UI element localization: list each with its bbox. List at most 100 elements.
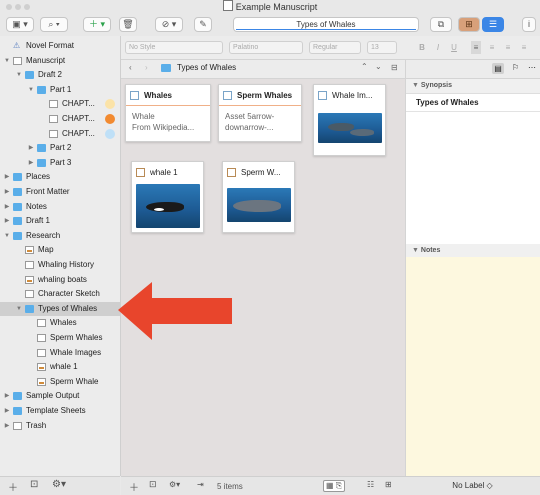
label-color-dot: [105, 128, 115, 139]
binder-item[interactable]: ▶ Trash: [0, 419, 120, 433]
disclosure-closed-icon[interactable]: ▶: [28, 156, 34, 170]
weight-select[interactable]: Regular: [309, 41, 361, 54]
binder-item[interactable]: CHAPT...: [0, 97, 120, 111]
binder-item[interactable]: ▼ Part 1: [0, 83, 120, 97]
disclosure-closed-icon[interactable]: ▶: [4, 389, 10, 403]
binder-item[interactable]: ▶ Sample Output: [0, 389, 120, 403]
disclosure-closed-icon[interactable]: ▶: [4, 185, 10, 199]
binder-item[interactable]: Sperm Whales: [0, 331, 120, 345]
binder-item[interactable]: Whaling History: [0, 258, 120, 272]
underline-icon[interactable]: U: [449, 41, 459, 54]
style-select[interactable]: No Style: [125, 41, 223, 54]
disclosure-open-icon[interactable]: ▼: [4, 229, 10, 243]
binder-item[interactable]: Whales: [0, 316, 120, 330]
binder-item[interactable]: ▶ Notes: [0, 200, 120, 214]
binder-item[interactable]: Map: [0, 243, 120, 257]
binder-item[interactable]: ▼ Draft 2: [0, 68, 120, 82]
disclosure-open-icon[interactable]: ▼: [4, 54, 10, 68]
align-left-icon[interactable]: ≡: [471, 41, 481, 54]
more-icon[interactable]: ⋯: [528, 63, 536, 72]
new-folder-icon[interactable]: ⊡: [149, 479, 157, 490]
binder-item[interactable]: ▶ Part 3: [0, 156, 120, 170]
window-controls[interactable]: [6, 3, 33, 12]
view-sidebar-button[interactable]: ▣ ▾: [6, 17, 34, 32]
binder-item[interactable]: ▼ Types of Whales: [0, 301, 120, 316]
italic-icon[interactable]: I: [433, 41, 443, 54]
gear-icon[interactable]: ⚙▾: [169, 480, 180, 489]
add-item-icon[interactable]: ＋: [8, 479, 18, 494]
binder-item[interactable]: ⚠ Novel Format: [0, 39, 120, 53]
disclosure-open-icon[interactable]: ▼: [16, 68, 22, 82]
binder-item[interactable]: CHAPT...: [0, 127, 120, 141]
compose-button[interactable]: ✎: [194, 17, 212, 32]
synopsis-title[interactable]: Types of Whales: [416, 98, 479, 107]
disclosure-closed-icon[interactable]: ▶: [4, 214, 10, 228]
add-button[interactable]: ＋ ▾: [83, 17, 111, 32]
binder-item[interactable]: whale 1: [0, 360, 120, 374]
label-selector[interactable]: No Label ◇: [405, 476, 540, 495]
binder-item[interactable]: ▶ Draft 1: [0, 214, 120, 228]
align-right-icon[interactable]: ≡: [503, 41, 513, 54]
add-card-icon[interactable]: ＋: [129, 479, 139, 494]
notes-editor[interactable]: [406, 257, 540, 476]
search-button[interactable]: ⌕ ▾: [40, 17, 68, 32]
index-card[interactable]: Whales Whale From Wikipedia...: [125, 84, 211, 142]
synopsis-header[interactable]: ▼ Synopsis: [406, 79, 540, 94]
binder-item[interactable]: ▶ Front Matter: [0, 185, 120, 199]
binder-item[interactable]: Character Sketch: [0, 287, 120, 301]
binder-item[interactable]: CHAPT...: [0, 112, 120, 126]
chevron-up-icon[interactable]: ⌃: [361, 62, 368, 71]
binder-item[interactable]: whaling boats: [0, 273, 120, 287]
binder-item[interactable]: ▶ Part 2: [0, 141, 120, 155]
font-select[interactable]: Palatino: [229, 41, 303, 54]
grid-icon[interactable]: ⊞: [385, 480, 392, 489]
disclosure-closed-icon[interactable]: ▶: [4, 404, 10, 418]
forward-icon[interactable]: ›: [145, 63, 148, 72]
inspector-toggle-button[interactable]: i: [522, 17, 536, 32]
size-select[interactable]: 13: [367, 41, 397, 54]
binder-item[interactable]: ▼ Manuscript: [0, 54, 120, 68]
disclosure-closed-icon[interactable]: ▶: [28, 141, 34, 155]
binder-item[interactable]: ▼ Research: [0, 229, 120, 243]
disclosure-open-icon[interactable]: ▼: [28, 83, 34, 97]
disclosure-closed-icon[interactable]: ▶: [4, 170, 10, 184]
outline-view-button[interactable]: ☰: [482, 17, 504, 32]
binder-item[interactable]: Whale Images: [0, 346, 120, 360]
back-icon[interactable]: ‹: [129, 63, 132, 72]
synopsis-line: downarrow-...: [225, 123, 274, 132]
disclosure-open-icon[interactable]: ▼: [16, 302, 22, 316]
merge-icon[interactable]: ⇥: [197, 480, 204, 489]
zoom-icon[interactable]: [24, 4, 30, 10]
document-search-field[interactable]: Types of Whales: [233, 17, 419, 32]
bookmark-icon[interactable]: ⚐: [512, 63, 519, 72]
copy-icon[interactable]: ⧉: [430, 17, 452, 32]
binder-item[interactable]: ▶ Places: [0, 170, 120, 184]
binder-item[interactable]: Sperm Whale: [0, 375, 120, 389]
binder-item-label: Draft 2: [38, 70, 63, 80]
corkboard-view-button[interactable]: ⊞: [458, 17, 480, 32]
bold-icon[interactable]: B: [417, 41, 427, 54]
new-folder-icon[interactable]: ⊡: [30, 479, 38, 490]
justify-icon[interactable]: ≡: [519, 41, 529, 54]
minimize-icon[interactable]: [15, 4, 21, 10]
index-card[interactable]: Whale Im...: [313, 84, 386, 156]
disclosure-closed-icon[interactable]: ▶: [4, 200, 10, 214]
index-card[interactable]: Sperm Whales Asset 5arrow-downarrow-...: [218, 84, 302, 142]
disclosure-closed-icon[interactable]: ▶: [4, 419, 10, 433]
align-center-icon[interactable]: ≡: [487, 41, 497, 54]
binder-item[interactable]: ▶ Template Sheets: [0, 404, 120, 418]
sliders-icon[interactable]: ☷: [367, 480, 374, 489]
card-synopsis: Whale From Wikipedia...: [132, 111, 194, 133]
gear-icon[interactable]: ⚙▾: [52, 479, 66, 490]
binder-item-label: CHAPT...: [62, 128, 95, 138]
card-layout-icon[interactable]: ▦ ⎘: [323, 480, 346, 492]
index-card[interactable]: whale 1: [131, 161, 204, 233]
notes-tab-icon[interactable]: ▤: [492, 63, 504, 74]
close-icon[interactable]: [6, 4, 12, 10]
document-icon: [49, 100, 58, 109]
split-view-icon[interactable]: ⊟: [391, 63, 398, 72]
link-button[interactable]: ⊘ ▾: [155, 17, 183, 32]
trash-button[interactable]: 🗑: [119, 17, 137, 32]
chevron-down-icon[interactable]: ⌄: [375, 62, 382, 71]
index-card[interactable]: Sperm W...: [222, 161, 295, 233]
